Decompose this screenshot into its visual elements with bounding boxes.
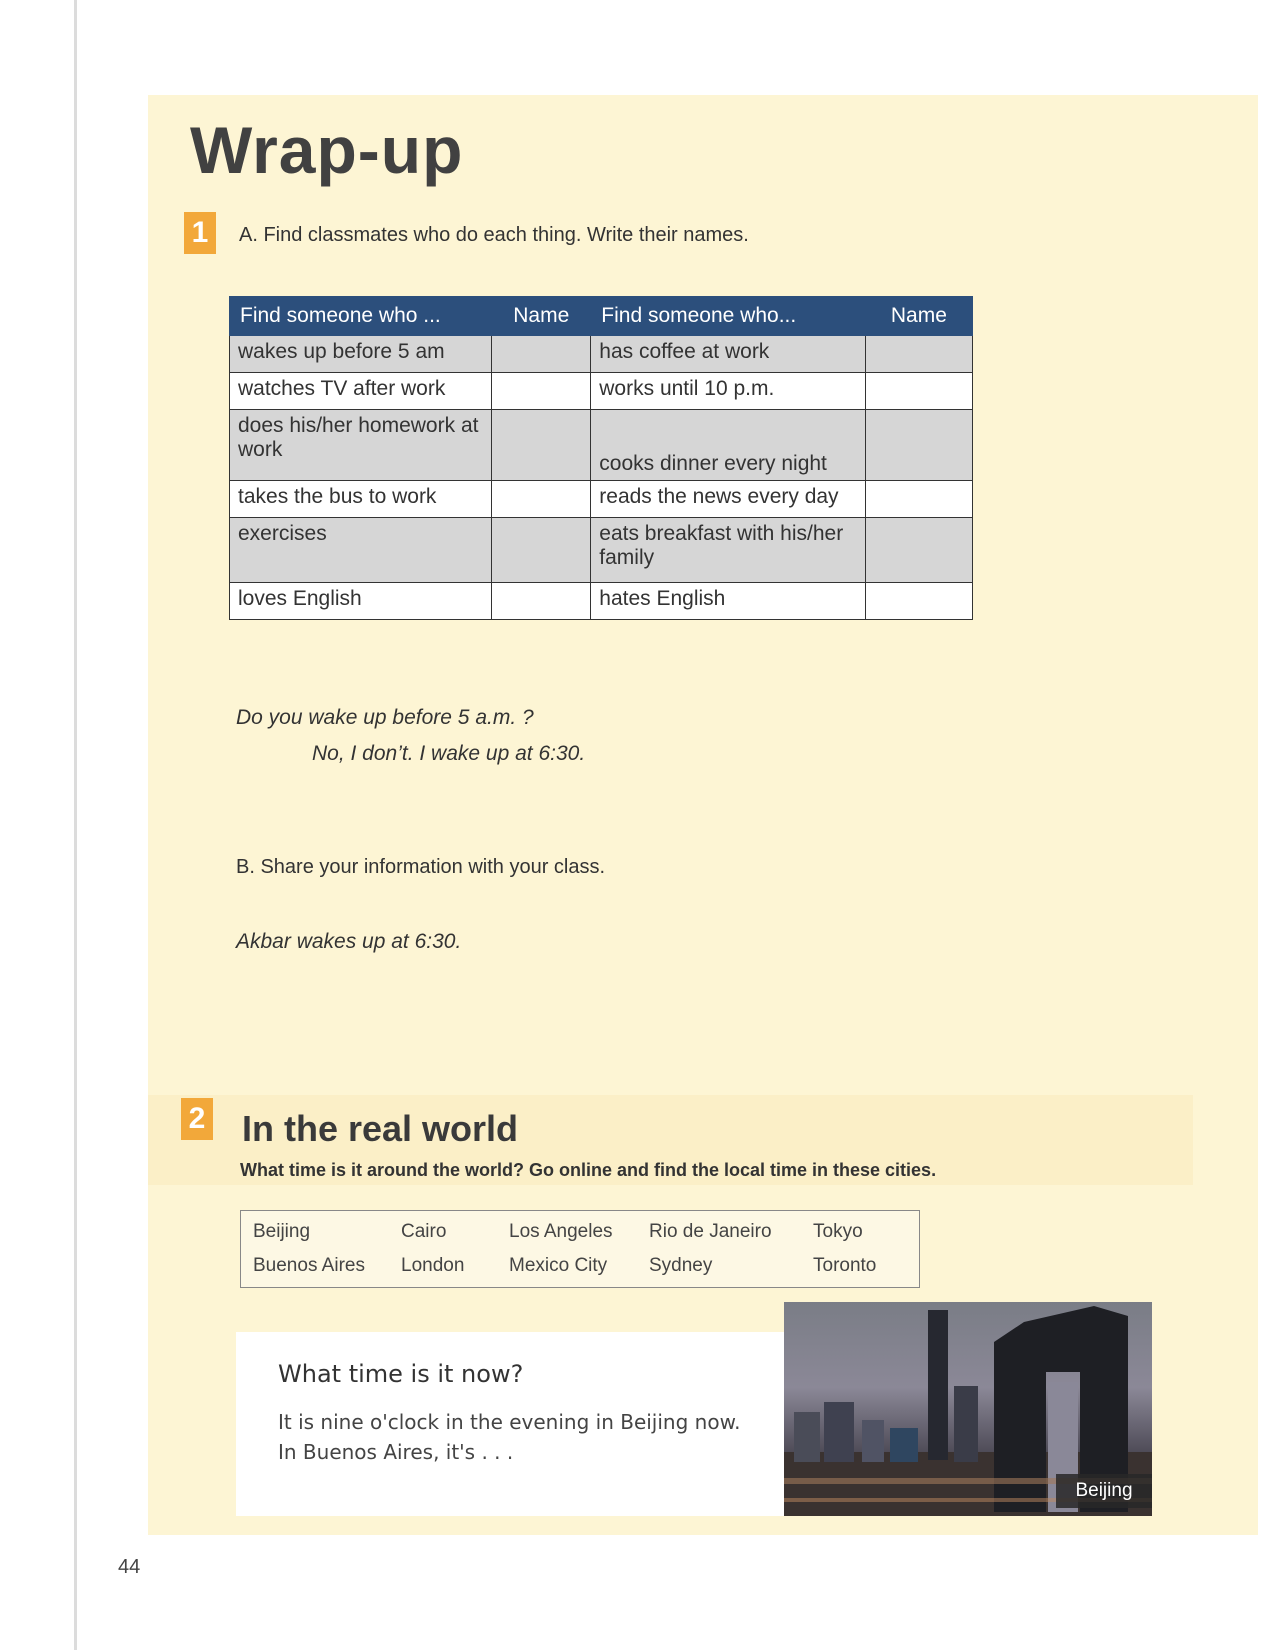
table-row: wakes up before 5 am has coffee at work [228, 335, 974, 373]
page-binding-edge [74, 0, 77, 1650]
page-number: 44 [118, 1556, 141, 1578]
city-item: Mexico City [509, 1255, 608, 1276]
name-entry-cell[interactable] [864, 335, 974, 373]
activity-cell: takes the bus to work [228, 480, 493, 518]
name-entry-cell[interactable] [864, 480, 974, 518]
activity-cell: has coffee at work [590, 335, 866, 373]
city-item: Toronto [813, 1255, 877, 1276]
name-entry-cell[interactable] [864, 372, 974, 410]
name-entry-cell[interactable] [864, 517, 974, 583]
activity-cell: watches TV after work [228, 372, 493, 410]
dialog-answer: No, I don’t. I wake up at 6:30. [312, 742, 586, 765]
table-row: takes the bus to work reads the news eve… [228, 480, 974, 518]
activity-cell: works until 10 p.m. [590, 372, 866, 410]
example-b: Akbar wakes up at 6:30. [236, 930, 462, 953]
name-entry-cell[interactable] [491, 372, 592, 410]
name-entry-cell[interactable] [864, 582, 974, 620]
table-row: watches TV after work works until 10 p.m… [228, 372, 974, 410]
header-name-right: Name [864, 296, 974, 336]
find-someone-table: Find someone who ... Name Find someone w… [228, 296, 974, 620]
table-row: does his/her homework at work cooks dinn… [228, 409, 974, 481]
dialog-question: Do you wake up before 5 a.m. ? [236, 706, 534, 729]
example-note-box: What time is it now? It is nine o'clock … [236, 1332, 784, 1516]
photo-caption: Beijing [1056, 1474, 1152, 1508]
activity-cell: exercises [228, 517, 493, 583]
activity-cell: reads the news every day [590, 480, 866, 518]
header-find-someone-left: Find someone who ... [228, 296, 493, 336]
name-entry-cell[interactable] [491, 335, 592, 373]
activity-cell: loves English [228, 582, 493, 620]
note-line: It is nine o'clock in the evening in Bei… [278, 1410, 741, 1434]
city-item: Sydney [649, 1255, 713, 1276]
table-header-row: Find someone who ... Name Find someone w… [228, 296, 974, 336]
activity-cell: wakes up before 5 am [228, 335, 493, 373]
note-title: What time is it now? [278, 1360, 524, 1388]
note-line: In Buenos Aires, it's . . . [278, 1440, 514, 1464]
header-name-left: Name [491, 296, 592, 336]
city-item: Buenos Aires [253, 1255, 365, 1276]
table-row: exercises eats breakfast with his/her fa… [228, 517, 974, 583]
activity-cell: hates English [590, 582, 866, 620]
city-item: Beijing [253, 1221, 311, 1242]
section2-number-badge: 2 [181, 1098, 213, 1140]
section2-instruction: What time is it around the world? Go onl… [240, 1160, 937, 1180]
name-entry-cell[interactable] [491, 517, 592, 583]
section1-number-badge: 1 [184, 212, 216, 254]
name-entry-cell[interactable] [491, 582, 592, 620]
name-entry-cell[interactable] [491, 480, 592, 518]
header-find-someone-right: Find someone who... [590, 296, 866, 336]
name-entry-cell[interactable] [864, 409, 974, 481]
name-entry-cell[interactable] [491, 409, 592, 481]
instruction-a: A. Find classmates who do each thing. Wr… [239, 224, 749, 246]
city-item: Tokyo [813, 1221, 863, 1242]
city-item: Rio de Janeiro [649, 1221, 772, 1242]
beijing-skyline-photo: Beijing [784, 1302, 1152, 1516]
table-row: loves English hates English [228, 582, 974, 620]
section2-title: In the real world [242, 1108, 519, 1149]
city-item: Cairo [401, 1221, 447, 1242]
instruction-b: B. Share your information with your clas… [236, 856, 606, 878]
activity-cell: eats breakfast with his/her family [590, 517, 866, 583]
city-item: Los Angeles [509, 1221, 613, 1242]
page-title: Wrap-up [190, 113, 464, 187]
activity-cell: does his/her homework at work [228, 409, 493, 481]
cities-box: Beijing Cairo Los Angeles Rio de Janeiro… [240, 1210, 920, 1288]
city-item: London [401, 1255, 465, 1276]
activity-cell: cooks dinner every night [590, 409, 866, 481]
